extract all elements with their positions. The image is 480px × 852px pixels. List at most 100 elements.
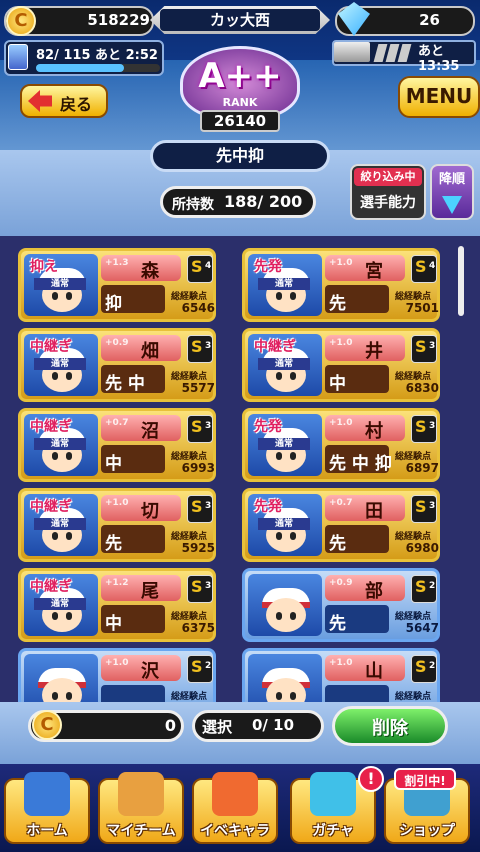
character-card[interactable]: +1.0 山 S 2 総経験点 — [242, 648, 440, 702]
exp-value: 7501 — [405, 301, 439, 315]
stamina-recover-time: あと 2:52 — [95, 48, 158, 63]
positions: 先 — [329, 294, 346, 314]
cost-value: 0 — [164, 716, 176, 735]
character-card[interactable]: 通常 先発 +1.0 宮先 S 4 総経験点 7501 — [242, 248, 440, 322]
character-card[interactable]: 通常 中継ぎ +1.0 切先 S 3 総経験点 5925 — [18, 488, 216, 562]
bonus-value: +1.0 — [105, 658, 129, 668]
eye-shape — [66, 532, 72, 540]
role-tag: 中継ぎ — [254, 339, 296, 355]
eye-shape — [66, 292, 72, 300]
card-type-label: 通常 — [34, 358, 86, 370]
character-portrait: 通常 中継ぎ — [24, 334, 98, 396]
character-card[interactable]: 通常 先発 +1.0 村先 中 抑 S 3 総経験点 6897 — [242, 408, 440, 482]
character-card[interactable]: 通常 中継ぎ +1.0 井中 S 3 総経験点 6830 — [242, 328, 440, 402]
player-name: カッ大西 — [160, 9, 320, 31]
bonus-value: +0.7 — [105, 418, 129, 428]
owned-count-value: 188/ 200 — [224, 192, 303, 211]
rank-letter: S — [415, 257, 427, 276]
eye-shape — [52, 692, 58, 700]
character-card[interactable]: +0.9 部先 S 2 総経験点 5647 — [242, 568, 440, 642]
sort-order-label: 降順 — [438, 172, 465, 187]
menu-button-label: MENU — [405, 84, 473, 108]
rank-number: 2 — [205, 661, 212, 671]
rank-number: 3 — [429, 421, 436, 431]
card-type-label: 通常 — [258, 438, 310, 450]
character-portrait: 通常 先発 — [248, 254, 322, 316]
stamina-value: 82/ 115 — [36, 48, 91, 63]
eye-shape — [52, 612, 58, 620]
positions: 先 — [329, 614, 346, 634]
character-card[interactable]: 通常 中継ぎ +1.2 尾中 S 3 総経験点 6375 — [18, 568, 216, 642]
home-book-icon — [24, 772, 70, 816]
nav-button-label: ショップ — [399, 823, 455, 839]
character-name: 村 — [365, 421, 383, 442]
stamina-text: 82/ 115 あと 2:52 — [36, 44, 158, 63]
eye-shape — [66, 692, 72, 700]
positions: 先 中 抑 — [329, 454, 392, 474]
bonus-value: +0.9 — [329, 578, 353, 588]
positions: 先 — [105, 534, 122, 554]
eye-shape — [52, 372, 58, 380]
eye-shape — [66, 452, 72, 460]
ticket-timer: あと13:35 — [418, 44, 460, 74]
gem-value: 26 — [419, 11, 440, 29]
character-list[interactable]: 通常 抑え +1.3 森抑 S 4 総経験点 6546 通常 先発 +1.0 宮先 S 4 総経験点 7501… — [0, 236, 480, 702]
eye-shape — [290, 292, 296, 300]
event-character-icon — [212, 772, 258, 816]
eye-shape — [290, 532, 296, 540]
list-scrollbar[interactable] — [458, 246, 464, 316]
card-type-label: 通常 — [34, 278, 86, 290]
bonus-value: +1.3 — [105, 258, 129, 268]
character-portrait: 通常 中継ぎ — [248, 334, 322, 396]
nav-button-label: ホーム — [26, 823, 68, 839]
alert-icon: ! — [358, 766, 384, 792]
character-name: 山 — [365, 661, 383, 682]
character-card[interactable]: 通常 中継ぎ +0.9 畑先 中 S 3 総経験点 5577 — [18, 328, 216, 402]
character-card[interactable]: 通常 先発 +0.7 田先 S 3 総経験点 6980 — [242, 488, 440, 562]
card-type-label: 通常 — [34, 598, 86, 610]
card-type-label: 通常 — [258, 518, 310, 530]
card-type-label: 通常 — [258, 278, 310, 290]
eye-shape — [290, 452, 296, 460]
rank-letter: S — [415, 417, 427, 436]
character-name: 沼 — [141, 421, 159, 442]
eye-shape — [52, 452, 58, 460]
role-tag: 中継ぎ — [30, 579, 72, 595]
bonus-value: +1.0 — [329, 418, 353, 428]
card-type-label: 通常 — [34, 438, 86, 450]
selection-label: 選択 — [202, 718, 233, 736]
rank-letter: S — [191, 337, 203, 356]
exp-value: 6375 — [181, 621, 215, 635]
character-portrait — [248, 574, 322, 636]
character-portrait — [248, 654, 322, 702]
exp-label: 総経験点 — [395, 692, 432, 702]
rank-letter: S — [415, 497, 427, 516]
eye-shape — [290, 692, 296, 700]
exp-value: 6980 — [405, 541, 439, 555]
positions: 先 中 — [105, 374, 145, 394]
page-title: 先中抑 — [150, 140, 330, 172]
character-portrait — [24, 654, 98, 702]
character-portrait: 通常 中継ぎ — [24, 574, 98, 636]
stamina-bar-fill — [36, 64, 124, 72]
eye-shape — [290, 612, 296, 620]
character-card[interactable]: 通常 中継ぎ +0.7 沼中 S 3 総経験点 6993 — [18, 408, 216, 482]
nav-button-label: マイチーム — [106, 823, 176, 839]
face-shape — [266, 598, 306, 632]
exp-value: 6546 — [181, 301, 215, 315]
rank-number: 3 — [205, 341, 212, 351]
bonus-value: +0.9 — [105, 338, 129, 348]
back-button-label: 戻る — [60, 95, 93, 114]
positions: 中 — [105, 614, 122, 634]
rank-number: 4 — [429, 261, 436, 271]
rank-number: 2 — [429, 661, 436, 671]
rank-number: 3 — [429, 341, 436, 351]
character-name: 宮 — [365, 261, 383, 282]
eye-shape — [276, 692, 282, 700]
selection-count: 0/ 10 — [252, 716, 295, 734]
rank-number: 3 — [429, 501, 436, 511]
rank-number: 3 — [205, 581, 212, 591]
character-card[interactable]: +1.0 沢 S 2 総経験点 — [18, 648, 216, 702]
character-card[interactable]: 通常 抑え +1.3 森抑 S 4 総経験点 6546 — [18, 248, 216, 322]
rank-letter: S — [191, 577, 203, 596]
